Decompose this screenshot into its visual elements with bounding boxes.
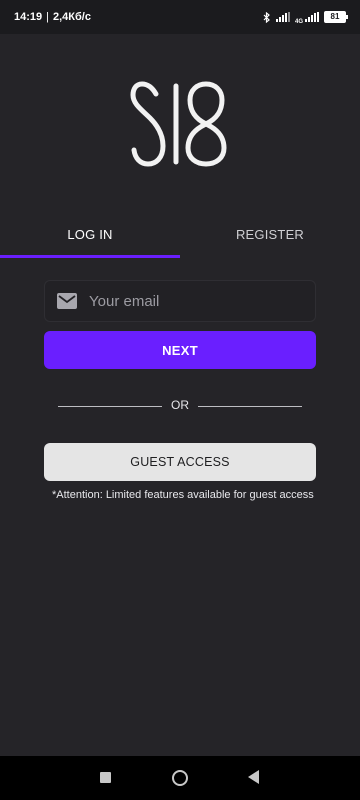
navigation-bar xyxy=(0,756,360,800)
home-circle-icon[interactable] xyxy=(172,770,188,786)
guest-access-button[interactable]: GUEST ACCESS xyxy=(44,443,316,481)
status-left: 14:19 | 2,4Кб/с xyxy=(14,11,91,23)
divider-line-left xyxy=(58,406,162,407)
email-field[interactable] xyxy=(44,280,316,322)
tab-log-in[interactable]: LOG IN xyxy=(0,210,180,258)
next-button[interactable]: NEXT xyxy=(44,331,316,369)
email-input[interactable] xyxy=(89,292,289,310)
network-type: 4G xyxy=(294,18,303,25)
divider-line-right xyxy=(198,406,302,407)
back-triangle-icon[interactable] xyxy=(248,770,259,784)
tab-register[interactable]: REGISTER xyxy=(180,210,360,258)
recents-square-icon[interactable] xyxy=(100,772,111,783)
auth-tabs: LOG IN REGISTER xyxy=(0,210,360,258)
bluetooth-icon xyxy=(263,11,270,23)
status-bar: 14:19 | 2,4Кб/с 4G 81 xyxy=(0,0,360,34)
status-separator: | xyxy=(46,11,49,23)
or-divider-text: OR xyxy=(171,398,189,412)
data-rate: 2,4Кб/с xyxy=(53,11,91,23)
active-tab-indicator xyxy=(0,255,180,258)
si8-logo xyxy=(130,81,227,167)
guest-attention-note: *Attention: Limited features available f… xyxy=(52,489,314,501)
status-right: 4G 81 xyxy=(263,10,348,25)
clock: 14:19 xyxy=(14,11,43,23)
mail-icon xyxy=(57,293,77,309)
signal-icon xyxy=(275,12,290,22)
signal-4g-icon xyxy=(305,12,319,22)
battery-icon: 81 xyxy=(324,11,348,23)
